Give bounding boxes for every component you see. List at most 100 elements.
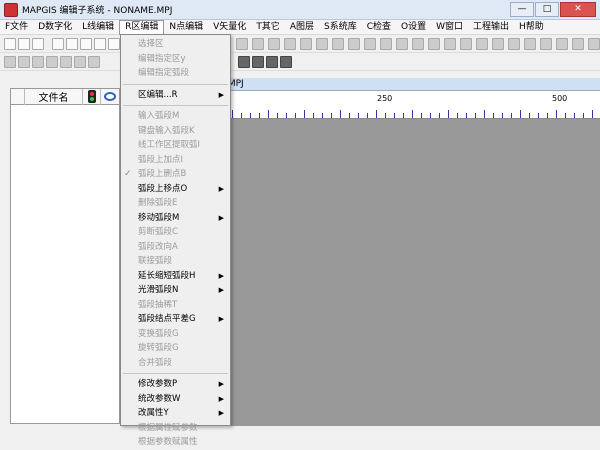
maximize-button[interactable]: □ <box>535 2 559 17</box>
menu-item[interactable]: 弧段结点平差G ▶ <box>121 312 230 327</box>
toolbar-icon[interactable] <box>46 56 58 68</box>
minimize-button[interactable]: — <box>510 2 534 17</box>
menu-item[interactable]: 旋转弧段G <box>121 341 230 356</box>
menu-5[interactable]: V矢量化 <box>208 20 251 35</box>
menu-item[interactable]: 弧段抽稀T <box>121 298 230 313</box>
toolbar-icon[interactable] <box>18 56 30 68</box>
toolbar-icon[interactable] <box>238 56 250 68</box>
toolbar-icon[interactable] <box>332 38 344 50</box>
toolbar-icon[interactable] <box>412 38 424 50</box>
menu-item[interactable]: 修改参数P ▶ <box>121 377 230 392</box>
menu-item[interactable]: 改属性Y ▶ <box>121 406 230 421</box>
toolbar-icon[interactable] <box>32 56 44 68</box>
toolbar-icon[interactable] <box>4 56 16 68</box>
toolbar-icon[interactable] <box>572 38 584 50</box>
menu-item[interactable]: 合并弧段 <box>121 356 230 371</box>
menu-item[interactable]: 删除弧段E <box>121 196 230 211</box>
menu-item-label: 延长缩短弧段H <box>138 270 196 281</box>
menu-item[interactable]: 编辑指定区y <box>121 52 230 67</box>
traffic-light-icon[interactable] <box>83 88 101 105</box>
layer-panel: 文件名 <box>10 88 120 424</box>
menu-item[interactable]: 弧段上加点I <box>121 153 230 168</box>
toolbar-icon[interactable] <box>380 38 392 50</box>
eye-icon[interactable] <box>101 89 119 105</box>
toolbar-icon[interactable] <box>4 38 16 50</box>
menu-11[interactable]: W窗口 <box>431 20 468 35</box>
toolbar-icon[interactable] <box>476 38 488 50</box>
menu-item[interactable]: 线工作区提取弧I <box>121 138 230 153</box>
menu-item[interactable]: 选择区 <box>121 37 230 52</box>
toolbar-icon[interactable] <box>268 38 280 50</box>
toolbar-icon[interactable] <box>32 38 44 50</box>
menu-0[interactable]: F文件 <box>0 20 33 35</box>
toolbar-icon[interactable] <box>396 38 408 50</box>
menu-1[interactable]: D数字化 <box>33 20 77 35</box>
menu-3[interactable]: R区编辑 <box>119 19 165 35</box>
menu-item[interactable]: 弧段改向A <box>121 240 230 255</box>
toolbar-icon[interactable] <box>88 56 100 68</box>
menu-separator <box>123 83 228 85</box>
menu-item[interactable]: 光滑弧段N ▶ <box>121 283 230 298</box>
toolbar-icon[interactable] <box>492 38 504 50</box>
menu-item[interactable]: 变换弧段G <box>121 327 230 342</box>
toolbar-icon[interactable] <box>252 56 264 68</box>
menu-item[interactable]: 弧段上移点O ▶ <box>121 182 230 197</box>
menu-item-label: 剪断弧段C <box>138 227 178 237</box>
toolbar-icon[interactable] <box>300 38 312 50</box>
menu-item[interactable]: 延长缩短弧段H ▶ <box>121 269 230 284</box>
toolbar-icon[interactable] <box>74 56 86 68</box>
menu-2[interactable]: L线编辑 <box>77 20 119 35</box>
toolbar-icon[interactable] <box>80 38 92 50</box>
toolbar-icon[interactable] <box>18 38 30 50</box>
toolbar-icon[interactable] <box>348 38 360 50</box>
file-name-header[interactable]: 文件名 <box>25 88 83 105</box>
toolbar-icon[interactable] <box>52 38 64 50</box>
toolbar-icon[interactable] <box>316 38 328 50</box>
menu-item-label: 编辑指定区y <box>138 53 186 64</box>
menu-13[interactable]: H帮助 <box>514 20 549 35</box>
menu-8[interactable]: S系统库 <box>319 20 362 35</box>
menu-item[interactable]: 剪断弧段C <box>121 225 230 240</box>
toolbar-icon[interactable] <box>556 38 568 50</box>
menu-item[interactable]: 键盘输入弧段K <box>121 124 230 139</box>
menu-item[interactable]: 输入弧段M <box>121 109 230 124</box>
menu-item[interactable]: 编辑指定弧段 <box>121 66 230 81</box>
close-button[interactable]: ✕ <box>560 2 596 17</box>
menu-9[interactable]: C检查 <box>362 20 396 35</box>
menu-item[interactable]: 统改参数W ▶ <box>121 392 230 407</box>
toolbar-icon[interactable] <box>236 38 248 50</box>
ruler-tick <box>574 113 575 118</box>
toolbar-icon[interactable] <box>94 38 106 50</box>
toolbar-icon[interactable] <box>444 38 456 50</box>
toolbar-icon[interactable] <box>524 38 536 50</box>
toolbar-icon[interactable] <box>266 56 278 68</box>
toolbar-icon[interactable] <box>508 38 520 50</box>
menu-6[interactable]: T其它 <box>251 20 285 35</box>
menu-4[interactable]: N点编辑 <box>164 20 208 35</box>
toolbar-icon[interactable] <box>284 38 296 50</box>
toolbar-icon[interactable] <box>540 38 552 50</box>
menu-item-label: 区编辑...R <box>138 89 178 100</box>
menu-7[interactable]: A图层 <box>285 20 319 35</box>
toolbar-icon[interactable] <box>588 38 600 50</box>
ruler-tick <box>565 113 566 118</box>
menu-item[interactable]: 根据属性赋参数 <box>121 421 230 436</box>
menu-item[interactable]: 区编辑...R ▶ <box>121 88 230 103</box>
toolbar-icon[interactable] <box>428 38 440 50</box>
menu-item[interactable]: 移动弧段M ▶ <box>121 211 230 226</box>
toolbar-icon[interactable] <box>364 38 376 50</box>
toolbar-icon[interactable] <box>66 38 78 50</box>
toolbar-icon[interactable] <box>460 38 472 50</box>
menu-item[interactable]: 根据参数赋属性 <box>121 435 230 450</box>
toolbar-icon[interactable] <box>60 56 72 68</box>
toolbar-icon[interactable] <box>280 56 292 68</box>
menu-item[interactable]: 联接弧段 <box>121 254 230 269</box>
ruler-tick <box>241 113 242 118</box>
menu-10[interactable]: O设置 <box>396 20 431 35</box>
toolbar-icon[interactable] <box>108 38 120 50</box>
menu-12[interactable]: 工程输出 <box>468 20 514 35</box>
menu-item[interactable]: ✓ 弧段上删点B <box>121 167 230 182</box>
ruler-label: 250 <box>377 94 393 103</box>
ruler-tick <box>466 113 467 118</box>
toolbar-icon[interactable] <box>252 38 264 50</box>
